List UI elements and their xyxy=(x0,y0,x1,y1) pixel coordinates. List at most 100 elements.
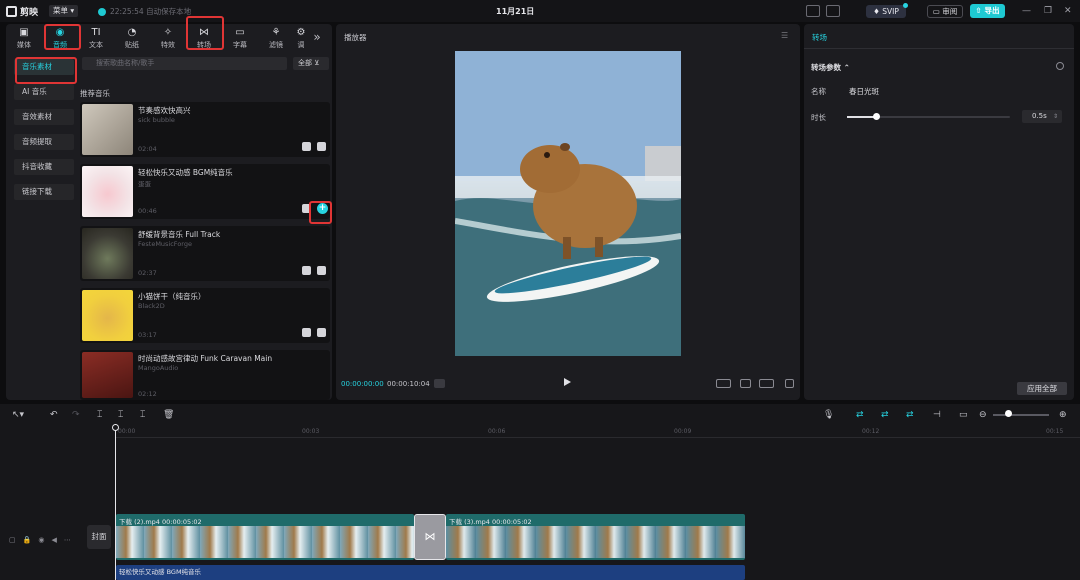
filter-icon: ⚘ xyxy=(271,27,281,38)
adjust-icon[interactable] xyxy=(716,379,731,388)
link-clips-icon[interactable]: ⇄ xyxy=(856,410,864,420)
music-duration: 02:04 xyxy=(138,145,157,153)
timeline-toggle-icon[interactable] xyxy=(434,379,445,388)
saved-check-icon xyxy=(98,7,106,16)
tab-text[interactable]: TI 文本 xyxy=(78,24,114,52)
tick-label: 00:00 xyxy=(118,428,136,435)
tab-subtitle[interactable]: ▭ 字幕 xyxy=(222,24,258,52)
music-item[interactable]: 小猫饼干（纯音乐） Black2D 03:17 xyxy=(80,288,330,343)
snap-icon[interactable]: ⇄ xyxy=(881,410,889,420)
duration-label: 时长 xyxy=(811,113,826,122)
redo-icon[interactable]: ↷ xyxy=(72,410,80,420)
select-tool-icon[interactable]: ↖▾ xyxy=(12,410,24,420)
eye-icon[interactable]: ◉ xyxy=(38,536,44,544)
tab-sticker[interactable]: ◔ 贴纸 xyxy=(114,24,150,52)
music-item[interactable]: 舒缓背景音乐 Full Track FesteMusicForge 02:37 xyxy=(80,226,330,281)
side-item-sound-effects[interactable]: 音效素材 xyxy=(14,109,74,125)
music-item[interactable]: 轻松快乐又动感 BGM纯音乐 蛋蛋 00:46 + xyxy=(80,164,330,219)
zoom-out-icon[interactable]: ⊖ xyxy=(979,410,987,420)
side-item-douyin-favorites[interactable]: 抖音收藏 xyxy=(14,159,74,175)
playhead-handle[interactable] xyxy=(112,424,119,431)
microphone-icon[interactable]: 🎙 xyxy=(823,410,834,420)
favorite-icon[interactable] xyxy=(302,266,311,275)
split-right-icon[interactable]: ⌶ xyxy=(140,410,145,420)
zoom-slider[interactable] xyxy=(993,414,1049,416)
download-icon[interactable] xyxy=(317,266,326,275)
zoom-fit-icon[interactable]: ▭ xyxy=(959,410,968,420)
props-tab-transition[interactable]: 转场 xyxy=(812,32,827,43)
duration-slider[interactable] xyxy=(847,113,1010,120)
linkage-icon[interactable]: ⇄ xyxy=(906,410,914,420)
side-item-audio-extract[interactable]: 音频提取 xyxy=(14,134,74,150)
more-icon[interactable]: ⋯ xyxy=(64,536,71,544)
download-icon[interactable] xyxy=(317,328,326,337)
review-label: 审阅 xyxy=(942,7,958,16)
play-icon[interactable] xyxy=(564,378,571,386)
slider-handle[interactable] xyxy=(873,113,881,120)
split-left-icon[interactable]: ⌶ xyxy=(118,410,123,420)
maximize-icon[interactable]: ❐ xyxy=(1044,6,1052,16)
album-cover xyxy=(82,352,133,398)
side-item-link-download[interactable]: 链接下载 xyxy=(14,184,74,200)
tab-adjust[interactable]: ⚙ 调 xyxy=(294,24,308,52)
tab-effects[interactable]: ✧ 特效 xyxy=(150,24,186,52)
audio-clip-label: 轻松快乐又动感 BGM纯音乐 xyxy=(119,568,202,576)
transition-marker[interactable]: ⋈ xyxy=(414,514,446,560)
lock-icon[interactable]: 🔒 xyxy=(23,536,32,544)
section-title: 推荐音乐 xyxy=(80,89,110,98)
undo-icon[interactable]: ↶ xyxy=(50,410,58,420)
video-clip[interactable]: 下载 (2).mp4 00:00:05:02 xyxy=(116,514,414,560)
split-icon[interactable]: ⌶ xyxy=(97,410,102,420)
video-clip[interactable]: 下载 (3).mp4 00:00:05:02 xyxy=(446,514,745,560)
zoom-slider-handle[interactable] xyxy=(1005,410,1012,417)
download-icon[interactable] xyxy=(317,142,326,151)
menu-icon[interactable]: ☰ xyxy=(781,31,788,40)
tab-label: 字幕 xyxy=(233,41,247,49)
more-tabs-icon[interactable]: » xyxy=(308,24,326,52)
export-button[interactable]: ⇧ 导出 xyxy=(970,4,1005,18)
review-button[interactable]: ▭ 审阅 xyxy=(927,5,963,18)
tab-media[interactable]: ▣ 媒体 xyxy=(6,24,42,52)
favorite-icon[interactable] xyxy=(302,328,311,337)
search-input[interactable]: 搜索歌曲名称/歌手 xyxy=(82,57,287,70)
transition-name: 春日光斑 xyxy=(849,87,879,96)
audio-clip[interactable]: 轻松快乐又动感 BGM纯音乐 xyxy=(116,565,745,580)
album-cover xyxy=(82,166,133,217)
monitor-icon[interactable] xyxy=(806,5,820,17)
clip-label: 下载 (2).mp4 00:00:05:02 xyxy=(119,518,202,526)
speaker-icon[interactable]: ◀ xyxy=(51,536,56,544)
total-time: 00:00:10:04 xyxy=(387,380,430,388)
playhead[interactable] xyxy=(115,424,116,580)
time-ruler[interactable]: 00:00 00:03 00:06 00:09 00:12 00:15 xyxy=(116,426,1080,438)
close-icon[interactable]: ✕ xyxy=(1064,6,1072,16)
filter-dropdown[interactable]: 全部 ⊻ xyxy=(293,57,329,70)
capybara-surfing-image xyxy=(455,51,681,356)
album-cover xyxy=(82,228,133,279)
minimize-icon[interactable]: — xyxy=(1022,6,1031,16)
aspect-ratio-icon[interactable] xyxy=(759,379,774,388)
tab-filter[interactable]: ⚘ 滤镜 xyxy=(258,24,294,52)
zoom-in-icon[interactable]: ⊕ xyxy=(1059,410,1067,420)
preview-axis-icon[interactable]: ⊣ xyxy=(933,410,941,420)
highlight-add-button xyxy=(309,201,332,224)
cover-button[interactable]: 封面 xyxy=(87,525,111,549)
reset-icon[interactable] xyxy=(1056,62,1064,70)
fullscreen-icon[interactable] xyxy=(785,379,794,388)
delete-icon[interactable]: 🗑 xyxy=(163,410,174,420)
transition-params-header[interactable]: 转场参数 ⌃ xyxy=(811,62,850,73)
favorite-icon[interactable] xyxy=(302,142,311,151)
side-item-ai-music[interactable]: AI 音乐 xyxy=(14,84,74,100)
video-preview[interactable] xyxy=(455,51,681,356)
album-cover xyxy=(82,290,133,341)
screenshot-icon[interactable] xyxy=(740,379,751,388)
music-item[interactable]: 节奏感欢快高兴 sick bubble 02:04 xyxy=(80,102,330,157)
duration-input[interactable]: 0.5s ⇕ xyxy=(1022,110,1062,123)
layout-icon[interactable] xyxy=(826,5,840,17)
track-hide-icon[interactable]: ▢ xyxy=(9,536,16,544)
document-title: 11月21日 xyxy=(496,7,535,16)
menu-button[interactable]: 菜单 ▾ xyxy=(49,5,79,17)
apply-all-button[interactable]: 应用全部 xyxy=(1017,382,1067,395)
stepper-icon[interactable]: ⇕ xyxy=(1053,110,1058,123)
svip-button[interactable]: ♦ SVIP xyxy=(866,5,906,18)
music-item[interactable]: 时尚动感故宫律动 Funk Caravan Main MangoAudio 02… xyxy=(80,350,330,400)
